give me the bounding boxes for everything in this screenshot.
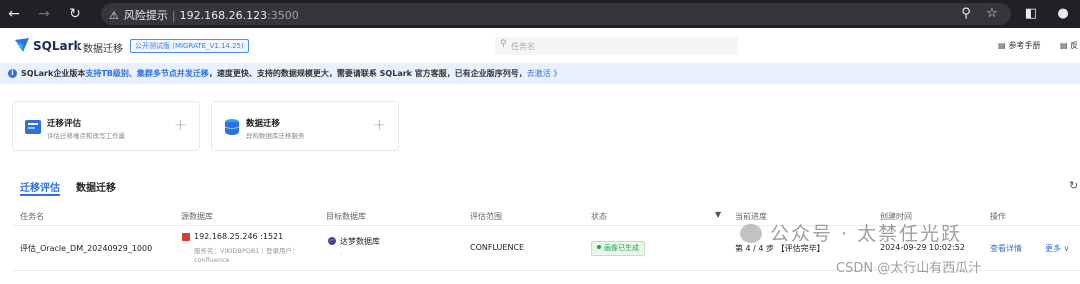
reload-icon[interactable]: ↻	[67, 6, 83, 22]
status-label: 画像已生成	[604, 244, 639, 252]
feedback-label: 反	[1070, 41, 1079, 50]
view-details-link[interactable]: 查看详情	[990, 243, 1022, 254]
browser-toolbar: ← → ↻ ⚠ 风险提示 | 192.168.26.123:3500 ⚲ ☆ ◧ ●	[0, 0, 1080, 28]
logo-text: SQLark	[33, 39, 82, 53]
address-bar[interactable]: ⚠ 风险提示 | 192.168.26.123:3500	[101, 3, 1011, 25]
card-title: 数据迁移	[246, 119, 281, 129]
app-header: SQLark 数据迁移 公开测试版 (MIGRATE_V1.14.25) ⚲ ▤…	[0, 28, 1080, 64]
module-title: 数据迁移	[83, 44, 123, 55]
column-header-source-db: 源数据库	[181, 212, 213, 221]
watermark-wechat: 公众号 · 太禁任光跃	[740, 219, 962, 246]
dameng-icon	[328, 237, 336, 245]
tab-data-migration[interactable]: 数据迁移	[76, 179, 116, 194]
target-db: 达梦数据库	[340, 237, 380, 246]
url-host: 192.168.26.123	[179, 9, 268, 22]
card-subtitle: 评估迁移难点和改写工作量	[47, 132, 125, 140]
url-port: :3500	[267, 9, 299, 22]
document-icon: ▤	[998, 41, 1006, 50]
notice-highlight: 支持TB级别、集群多节点并发迁移	[85, 69, 209, 78]
card-data-migration[interactable]: 数据迁移 异构数据库迁移服务 +	[211, 101, 399, 151]
notice-bar: i SQLark企业版本支持TB级别、集群多节点并发迁移，速度更快、支持的数据规…	[0, 64, 1080, 84]
profile-icon[interactable]: ●	[1055, 6, 1071, 22]
active-tab-indicator	[20, 194, 60, 196]
watermark-line1: 公众号 · 太禁任光跃	[770, 223, 963, 245]
notice-text: SQLark企业版本支持TB级别、集群多节点并发迁移，速度更快、支持的数据规模更…	[21, 68, 561, 79]
source-db: 192.168.25.246 :1521	[194, 232, 284, 241]
security-label[interactable]: 风险提示	[124, 9, 168, 22]
status-badge: 画像已生成	[591, 241, 645, 256]
warning-icon: ⚠	[109, 9, 119, 22]
notice-part3: ，速度更快、支持的数据规模更大，需要请联系 SQLark 官方客服，已有企业版序…	[208, 69, 527, 78]
forward-icon[interactable]: →	[36, 6, 52, 22]
database-icon	[224, 119, 240, 135]
search-input[interactable]	[511, 39, 731, 53]
feedback-icon: ▤	[1060, 41, 1068, 50]
add-icon[interactable]: +	[373, 115, 386, 134]
filter-icon[interactable]: ▼	[715, 210, 721, 219]
card-title: 迁移评估	[47, 119, 82, 129]
task-search[interactable]: ⚲	[495, 37, 738, 55]
column-header-scope: 评估范围	[470, 212, 502, 221]
column-header-actions: 操作	[990, 212, 1006, 221]
sqlark-logo-icon	[15, 38, 29, 52]
card-subtitle: 异构数据库迁移服务	[246, 132, 305, 140]
column-header-target-db: 目标数据库	[326, 212, 366, 221]
more-actions-link[interactable]: 更多 ∨	[1045, 243, 1069, 254]
logo-divider	[77, 41, 78, 52]
zoom-icon[interactable]: ⚲	[958, 6, 974, 22]
reference-manual-label: 参考手册	[1008, 41, 1041, 50]
oracle-icon	[182, 233, 190, 241]
reference-manual-link[interactable]: ▤ 参考手册	[998, 40, 1041, 51]
activate-link[interactable]: 去激活 》	[527, 69, 562, 78]
column-header-status: 状态	[591, 212, 607, 221]
back-icon[interactable]: ←	[6, 6, 22, 22]
task-name: 评估_Oracle_DM_20240929_1000	[20, 244, 153, 253]
add-icon[interactable]: +	[174, 115, 187, 134]
notice-part1: SQLark企业版本	[21, 69, 86, 78]
source-user: confluence	[194, 256, 230, 264]
wechat-icon	[740, 224, 762, 243]
card-migration-assessment[interactable]: 迁移评估 评估迁移难点和改写工作量 +	[12, 101, 200, 151]
column-header-task-name: 任务名	[20, 212, 44, 221]
target-meta: -	[340, 249, 343, 257]
status-dot-icon	[597, 245, 601, 249]
assessment-icon	[25, 120, 41, 134]
search-icon: ⚲	[500, 39, 507, 49]
side-panel-icon[interactable]: ◧	[1023, 6, 1039, 22]
refresh-icon[interactable]: ↻	[1069, 179, 1078, 192]
tab-migration-assessment[interactable]: 迁移评估	[20, 179, 60, 194]
version-badge: 公开测试版 (MIGRATE_V1.14.25)	[130, 39, 249, 53]
scope: CONFLUENCE	[470, 243, 525, 252]
source-meta: 服务名：VIKIDBPDB1｜登录用户：	[194, 247, 299, 255]
watermark-csdn: CSDN @太行山有西瓜汁	[836, 261, 982, 276]
bookmark-star-icon[interactable]: ☆	[984, 6, 1000, 22]
feedback-link[interactable]: ▤ 反	[1060, 40, 1078, 51]
info-icon: i	[8, 69, 17, 78]
